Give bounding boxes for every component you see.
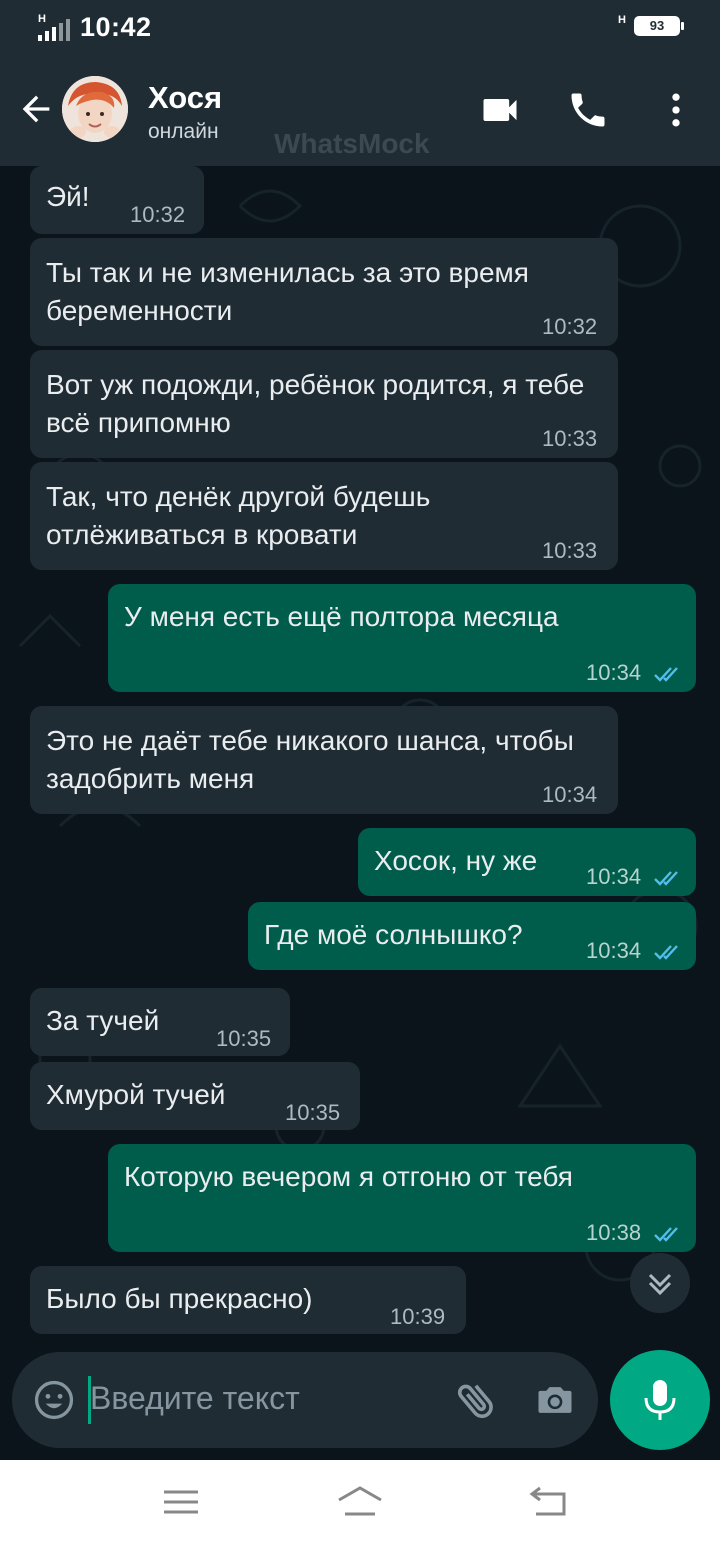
status-right: H 93 [618, 14, 684, 36]
avatar[interactable] [62, 76, 128, 142]
message-composer[interactable]: Введите текст [12, 1352, 598, 1448]
message-time: 10:35 [285, 1100, 341, 1125]
message-text: Хмурой тучей [46, 1079, 226, 1110]
message-text: Которую вечером я отгоню от тебя [124, 1161, 573, 1192]
message-bubble[interactable]: Эй! 10:32 [30, 166, 204, 234]
back-nav-icon[interactable] [524, 1480, 574, 1524]
message-bubble[interactable]: Хосок, ну же 10:34 [358, 828, 696, 896]
contact-status: онлайн [148, 120, 219, 143]
home-icon[interactable] [335, 1480, 385, 1524]
message-time: 10:32 [542, 314, 598, 339]
message-text: У меня есть ещё полтора месяца [124, 601, 559, 632]
status-time: 10:42 [80, 12, 152, 42]
message-text: Это не даёт тебе никакого шанса, чтобы з… [46, 725, 574, 794]
video-call-icon[interactable] [478, 88, 522, 132]
message-bubble[interactable]: Вот уж подожди, ребёнок родится, я тебе … [30, 350, 618, 458]
read-ticks-icon [654, 1227, 679, 1242]
more-vert-icon[interactable] [654, 88, 698, 132]
system-nav-bar [0, 1460, 720, 1544]
read-ticks-icon [654, 945, 679, 960]
message-text: За тучей [46, 1005, 160, 1036]
phone-icon[interactable] [566, 88, 610, 132]
message-text: Так, что денёк другой будешь отлёживатьс… [46, 481, 431, 550]
emoji-icon[interactable] [32, 1378, 76, 1422]
message-time: 10:39 [390, 1304, 446, 1329]
signal-icon: H [38, 12, 72, 41]
message-bubble[interactable]: Хмурой тучей 10:35 [30, 1062, 360, 1130]
message-bubble[interactable]: Было бы прекрасно) 10:39 [30, 1266, 466, 1334]
message-bubble[interactable]: Где моё солнышко? 10:34 [248, 902, 696, 970]
mic-icon [644, 1380, 676, 1420]
status-left: H 10:42 [38, 12, 152, 43]
message-time: 10:33 [542, 538, 598, 563]
message-bubble[interactable]: Ты так и не изменилась за это время бере… [30, 238, 618, 346]
battery-icon: 93 [634, 16, 684, 36]
message-bubble[interactable]: Это не даёт тебе никакого шанса, чтобы з… [30, 706, 618, 814]
message-time: 10:34 [586, 858, 685, 896]
back-arrow-icon[interactable] [16, 89, 56, 129]
message-bubble[interactable]: У меня есть ещё полтора месяца 10:34 [108, 584, 696, 692]
message-time: 10:34 [586, 932, 685, 970]
message-time: 10:34 [586, 654, 685, 692]
message-input[interactable]: Введите текст [90, 1380, 300, 1417]
message-text: Хосок, ну же [374, 845, 538, 876]
chevron-down-icon [648, 1273, 672, 1296]
mic-button[interactable] [610, 1350, 710, 1450]
message-time: 10:32 [130, 202, 186, 227]
watermark: WhatsMock [274, 128, 430, 159]
message-text: Ты так и не изменилась за это время бере… [46, 257, 529, 326]
menu-icon[interactable] [156, 1480, 206, 1524]
message-time: 10:35 [216, 1026, 272, 1051]
network-type-left: H [38, 12, 46, 25]
read-ticks-icon [654, 871, 679, 886]
message-time: 10:38 [586, 1214, 685, 1252]
camera-icon[interactable] [532, 1378, 578, 1422]
message-time: 10:34 [542, 782, 598, 807]
status-bar: H 10:42 H 93 [0, 0, 720, 56]
message-text: Было бы прекрасно) [46, 1283, 313, 1314]
scroll-down-button[interactable] [630, 1253, 690, 1313]
message-bubble[interactable]: Так, что денёк другой будешь отлёживатьс… [30, 462, 618, 570]
chat-area[interactable]: Эй! 10:32 Ты так и не изменилась за это … [0, 166, 720, 1460]
message-time: 10:33 [542, 426, 598, 451]
read-ticks-icon [654, 667, 679, 682]
message-bubble[interactable]: За тучей 10:35 [30, 988, 290, 1056]
message-text: Вот уж подожди, ребёнок родится, я тебе … [46, 369, 585, 438]
attach-icon[interactable] [452, 1376, 500, 1424]
message-text: Где моё солнышко? [264, 919, 523, 950]
message-bubble[interactable]: Которую вечером я отгоню от тебя 10:38 [108, 1144, 696, 1252]
message-text: Эй! [46, 181, 90, 212]
contact-name[interactable]: Хося [148, 80, 222, 116]
network-type-right: H [618, 14, 626, 26]
